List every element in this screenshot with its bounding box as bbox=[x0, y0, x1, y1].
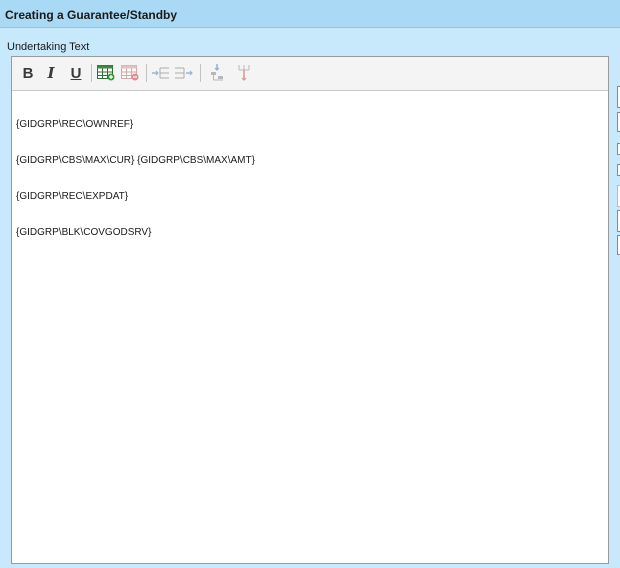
insert-table-button[interactable] bbox=[96, 63, 116, 83]
split-icon bbox=[238, 65, 250, 81]
toolbar-separator bbox=[200, 64, 201, 82]
underline-button[interactable]: U bbox=[66, 63, 86, 83]
editor-line: {GIDGRP\BLK\COVGODSRV} bbox=[16, 227, 152, 238]
undertaking-text-label: Undertaking Text bbox=[7, 41, 90, 53]
underline-label: U bbox=[70, 64, 82, 82]
toolbar-separator bbox=[146, 64, 147, 82]
insert-table-icon bbox=[97, 65, 115, 81]
delete-table-button[interactable] bbox=[120, 63, 140, 83]
title-bar: Creating a Guarantee/Standby bbox=[0, 0, 620, 28]
editor-line: {GIDGRP\REC\OWNREF} bbox=[16, 119, 134, 130]
bold-label: B bbox=[22, 64, 34, 82]
bold-button[interactable]: B bbox=[18, 63, 38, 83]
italic-label: I bbox=[47, 64, 55, 82]
editor-line: {GIDGRP\REC\EXPDAT} bbox=[16, 191, 129, 202]
editor-line: {GIDGRP\CBS\MAX\CUR} {GIDGRP\CBS\MAX\AMT… bbox=[16, 155, 255, 166]
toolbar-separator bbox=[91, 64, 92, 82]
outdent-icon bbox=[175, 67, 193, 79]
indent-icon bbox=[152, 67, 169, 79]
italic-button[interactable]: I bbox=[41, 63, 61, 83]
merge-button[interactable] bbox=[207, 63, 227, 83]
undertaking-text-editor[interactable]: B I U {GIDGRP\REC\OWNREF} {GIDGRP\CBS\MA… bbox=[11, 56, 609, 564]
editor-toolbar: B I U bbox=[12, 57, 608, 91]
delete-table-icon bbox=[121, 65, 139, 81]
outdent-button[interactable] bbox=[174, 63, 194, 83]
indent-button[interactable] bbox=[151, 63, 171, 83]
page-title: Creating a Guarantee/Standby bbox=[5, 8, 178, 22]
split-button[interactable] bbox=[234, 63, 254, 83]
merge-icon bbox=[211, 64, 223, 81]
editor-content[interactable]: {GIDGRP\REC\OWNREF} {GIDGRP\CBS\MAX\CUR}… bbox=[16, 95, 604, 263]
